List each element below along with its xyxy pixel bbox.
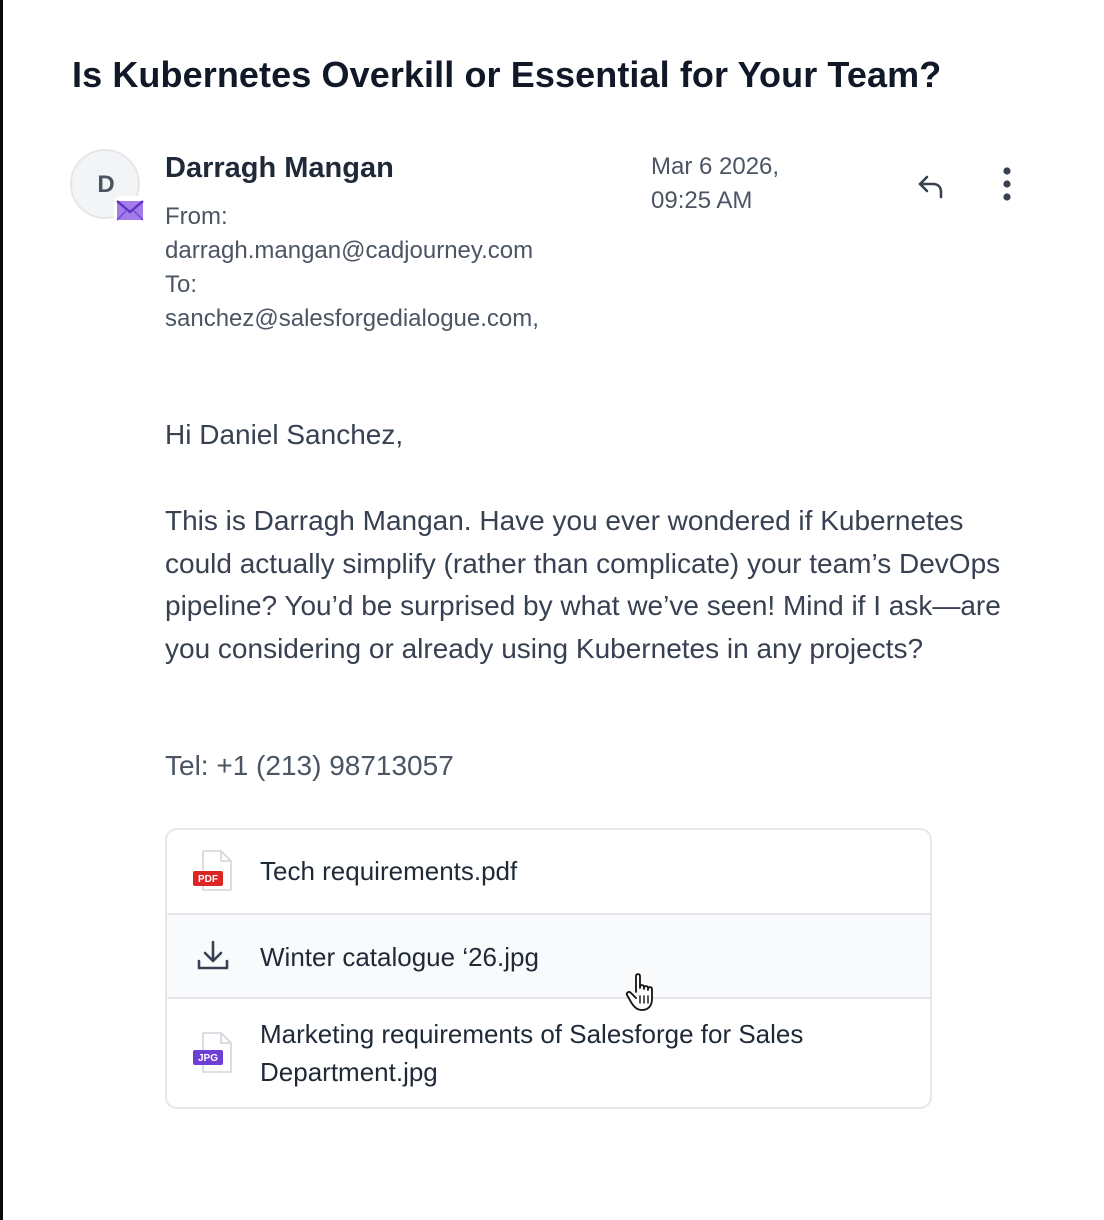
- attachment-item[interactable]: PDF Tech requirements.pdf: [167, 830, 930, 913]
- window-left-border: [0, 0, 3, 1220]
- jpg-file-icon: JPG: [193, 1032, 232, 1073]
- pdf-file-icon: PDF: [193, 850, 232, 891]
- pdf-badge-label: PDF: [198, 874, 218, 885]
- more-options-button[interactable]: [985, 160, 1029, 208]
- attachment-name: Marketing requirements of Salesforge for…: [260, 1019, 804, 1087]
- envelope-icon: [114, 196, 146, 224]
- reply-icon: [918, 175, 943, 199]
- email-greeting: Hi Daniel Sanchez,: [165, 419, 404, 450]
- attachments-list: PDF Tech requirements.pdf Winter catalog…: [165, 828, 932, 1109]
- attachment-item[interactable]: Winter catalogue ‘26.jpg: [167, 913, 930, 999]
- sender-avatar: D: [70, 149, 146, 224]
- from-label: From:: [165, 203, 228, 230]
- attachment-name: Winter catalogue ‘26.jpg: [260, 942, 539, 972]
- to-label: To:: [165, 271, 198, 298]
- attachment-name: Tech requirements.pdf: [260, 856, 518, 886]
- email-phone: Tel: +1 (213) 98713057: [165, 750, 454, 781]
- email-body-paragraph: This is Darragh Mangan. Have you ever wo…: [165, 505, 1001, 665]
- hand-pointer-cursor-icon: [625, 973, 653, 1011]
- download-icon[interactable]: [194, 937, 232, 975]
- avatar-initial: D: [97, 171, 115, 198]
- email-subject: Is Kubernetes Overkill or Essential for …: [72, 54, 942, 95]
- email-date-time: 09:25 AM: [651, 187, 753, 214]
- email-date: Mar 6 2026, 09:25 AM: [651, 150, 779, 218]
- sender-name: Darragh Mangan: [165, 152, 394, 184]
- to-email: sanchez@salesforgedialogue.com,: [165, 305, 539, 332]
- more-vertical-icon: [1003, 167, 1011, 201]
- email-date-day: Mar 6 2026,: [651, 153, 780, 180]
- jpg-badge-label: JPG: [198, 1053, 218, 1064]
- attachment-item[interactable]: JPG Marketing requirements of Salesforge…: [167, 999, 930, 1107]
- reply-button[interactable]: [908, 164, 952, 208]
- from-email: darragh.mangan@cadjourney.com: [165, 237, 534, 264]
